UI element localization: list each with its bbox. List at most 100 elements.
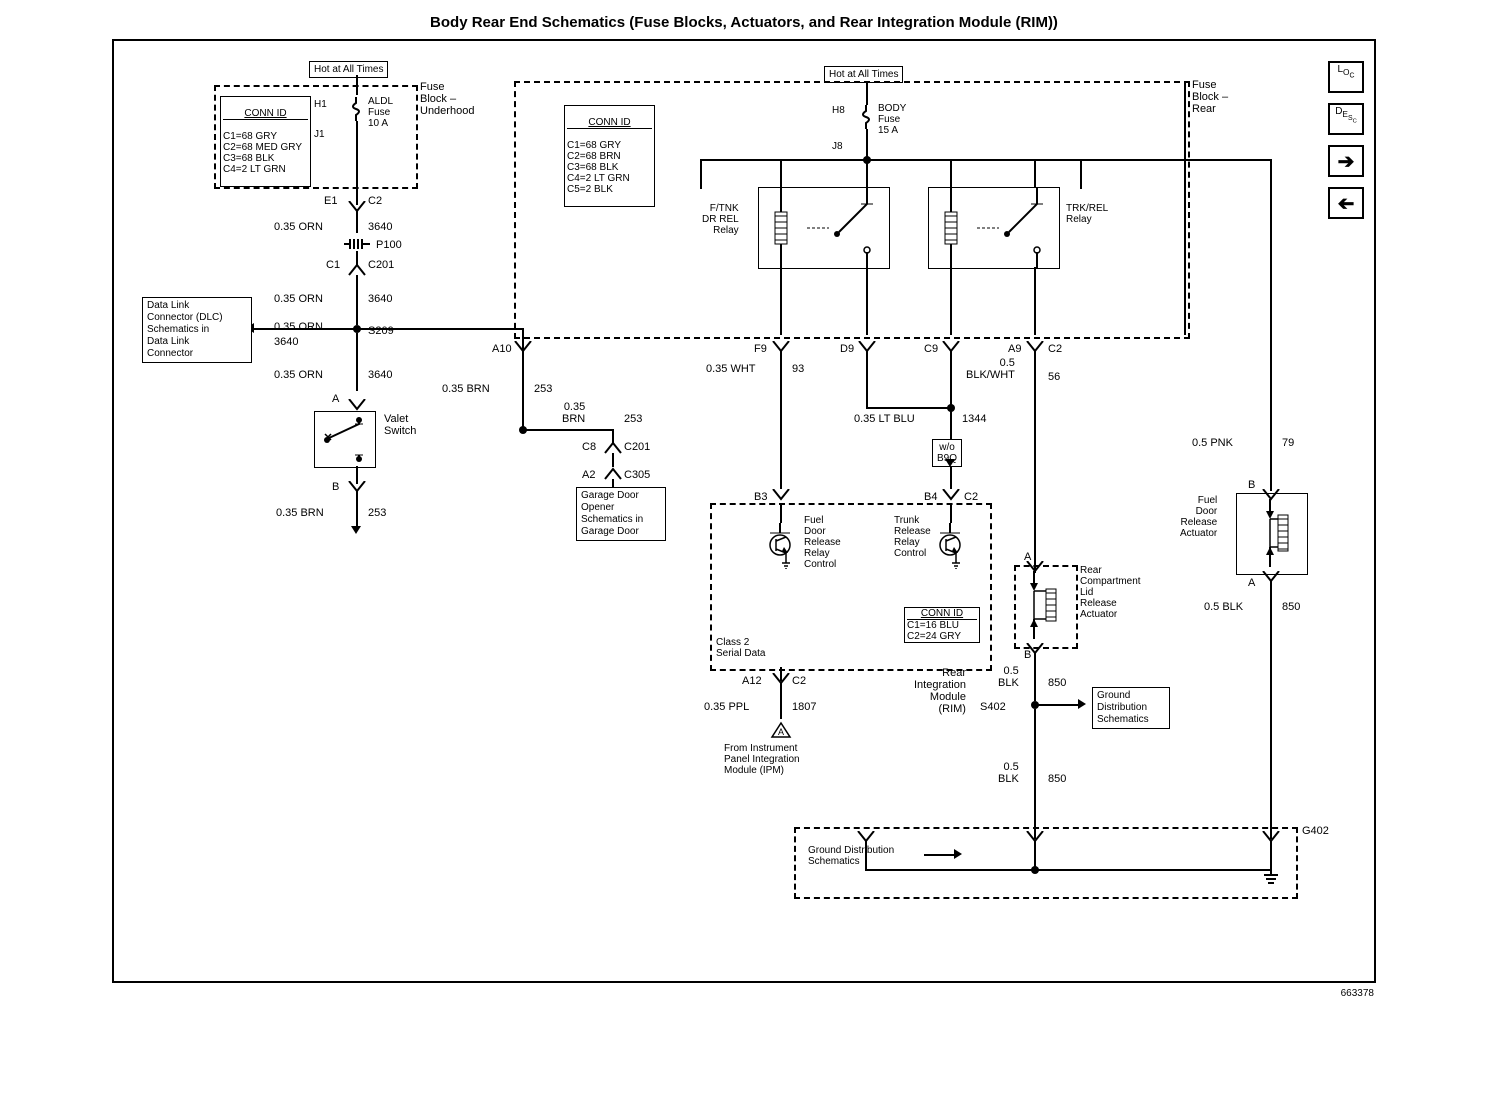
c9-label: C9 — [924, 343, 938, 355]
c2-label-4: C2 — [792, 675, 806, 687]
3640-label-3: 3640 — [274, 336, 298, 348]
pnk-label: 0.5 PNK — [1192, 437, 1233, 449]
brn-label-1: 0.35 BRN — [276, 507, 324, 519]
b4-label: B4 — [924, 491, 937, 503]
a2-label: A2 — [582, 469, 595, 481]
f9-label: F9 — [754, 343, 767, 355]
page-number: 663378 — [1341, 988, 1374, 999]
253-label-3: 253 — [624, 413, 642, 425]
nav-next-button[interactable]: ➔ — [1328, 145, 1364, 177]
trunk-relay-label: Trunk Release Relay Control — [894, 515, 931, 559]
conn-id-rear: CONN ID C1=68 GRY C2=68 BRN C3=68 BLK C4… — [564, 105, 655, 207]
b3-label: B3 — [754, 491, 767, 503]
page-title: Body Rear End Schematics (Fuse Blocks, A… — [10, 10, 1478, 39]
1807-label: 1807 — [792, 701, 816, 713]
nav-desc-button[interactable]: DESC — [1328, 103, 1364, 135]
hot-label-1: Hot at All Times — [309, 61, 388, 78]
nav-loc-button[interactable]: LOC — [1328, 61, 1364, 93]
blkwht-label: 0.5 BLK/WHT — [966, 357, 1015, 381]
c8-label: C8 — [582, 441, 596, 453]
valet-switch-label: Valet Switch — [384, 413, 416, 437]
56-label: 56 — [1048, 371, 1060, 383]
body-fuse-label: BODY Fuse 15 A — [878, 103, 906, 136]
a10-label: A10 — [492, 343, 512, 355]
c201-label: C201 — [368, 259, 394, 271]
gnd-dist2-label: Ground Distribution Schematics — [808, 845, 894, 867]
h8-label: H8 — [832, 105, 845, 116]
class2-label: Class 2 Serial Data — [716, 637, 765, 659]
transistor-icon-2 — [932, 519, 972, 572]
1344-label: 1344 — [962, 413, 986, 425]
s209-label: S209 — [368, 325, 394, 337]
orn-label-2: 0.35 ORN — [274, 293, 323, 305]
850-label-1: 850 — [1048, 677, 1066, 689]
d9-label: D9 — [840, 343, 854, 355]
s402-label: S402 — [980, 701, 1006, 713]
g402-label: G402 — [1302, 825, 1329, 837]
79-label: 79 — [1282, 437, 1294, 449]
valet-switch-icon — [314, 411, 376, 468]
nav-prev-button[interactable]: ➔ — [1328, 187, 1364, 219]
3640-label-4: 3640 — [368, 369, 392, 381]
93-label: 93 — [792, 363, 804, 375]
c305-label: C305 — [624, 469, 650, 481]
rim-conn-id: CONN ID C1=16 BLU C2=24 GRY — [904, 607, 980, 643]
fuse-rear-label: Fuse Block – Rear — [1192, 79, 1228, 115]
solenoid-icon-1 — [1020, 571, 1068, 642]
trkrel-relay-icon — [928, 187, 1060, 269]
ftnk-relay-icon — [758, 187, 890, 269]
c201-label-2: C201 — [624, 441, 650, 453]
garage-door-reference: Garage Door Opener Schematics in Garage … — [576, 487, 666, 541]
a12-label: A12 — [742, 675, 762, 687]
ppl-label: 0.35 PPL — [704, 701, 749, 713]
aldl-fuse-label: ALDL Fuse 10 A — [368, 96, 393, 129]
c2-label-3: C2 — [964, 491, 978, 503]
253-label-1: 253 — [368, 507, 386, 519]
3640-label-1: 3640 — [368, 221, 392, 233]
fuse-underhood-label: Fuse Block – Underhood — [420, 81, 474, 117]
ltblu-label: 0.35 LT BLU — [854, 413, 915, 425]
850-label-3: 850 — [1282, 601, 1300, 613]
rim-label: Rear Integration Module (RIM) — [914, 667, 966, 715]
c1-label: C1 — [326, 259, 340, 271]
c2-label-1: C2 — [368, 195, 382, 207]
j1-label: J1 — [314, 129, 325, 140]
ground-icon — [1262, 869, 1280, 887]
dlc-reference-box: Data Link Connector (DLC) Schematics in … — [142, 297, 252, 363]
brn-253-label: 0.35BRN — [562, 401, 585, 425]
gnd-dist-box: Ground Distribution Schematics — [1092, 687, 1170, 729]
trkrel-relay-label: TRK/REL Relay — [1066, 203, 1108, 225]
j8-label: J8 — [832, 141, 843, 152]
b-fuel-label: B — [1248, 479, 1255, 491]
blk05-label-3: 0.5 BLK — [1204, 601, 1243, 613]
3640-label-2: 3640 — [368, 293, 392, 305]
b-label-valet: B — [332, 481, 339, 493]
orn-label-4: 0.35 ORN — [274, 369, 323, 381]
svg-text:A: A — [778, 727, 784, 737]
e1-label: E1 — [324, 195, 337, 207]
ipm-label: From Instrument Panel Integration Module… — [724, 743, 800, 776]
trunk-lid-label: Rear Compartment Lid Release Actuator — [1080, 565, 1141, 620]
schematic-container: LOC DESC ➔ ➔ Hot at All Times Hot at All… — [112, 39, 1376, 983]
blk05-label-2: 0.5 BLK — [998, 761, 1019, 785]
850-label-2: 850 — [1048, 773, 1066, 785]
a-label-valet: A — [332, 393, 339, 405]
solenoid-icon-2 — [1242, 499, 1300, 570]
p100-label: P100 — [376, 239, 402, 251]
253-label-2: 253 — [534, 383, 552, 395]
wht-label: 0.35 WHT — [706, 363, 756, 375]
body-fuse-icon — [859, 105, 873, 129]
a-fuel-label: A — [1248, 577, 1255, 589]
c2-label-2: C2 — [1048, 343, 1062, 355]
blk05-label-1: 0.5 BLK — [998, 665, 1019, 689]
orn-label-3: 0.35 ORN — [274, 321, 323, 333]
ftnk-relay-label: F/TNK DR REL Relay — [702, 203, 739, 236]
transistor-icon-1 — [762, 519, 802, 572]
h1-label: H1 — [314, 99, 327, 110]
brn-label-2: 0.35 BRN — [442, 383, 490, 395]
fuel-door-label: Fuel Door Release Actuator — [1180, 495, 1217, 539]
a9-label: A9 — [1008, 343, 1021, 355]
conn-id-underhood: CONN ID C1=68 GRY C2=68 MED GRY C3=68 BL… — [220, 96, 311, 187]
orn-label-1: 0.35 ORN — [274, 221, 323, 233]
fuel-relay-label: Fuel Door Release Relay Control — [804, 515, 841, 570]
